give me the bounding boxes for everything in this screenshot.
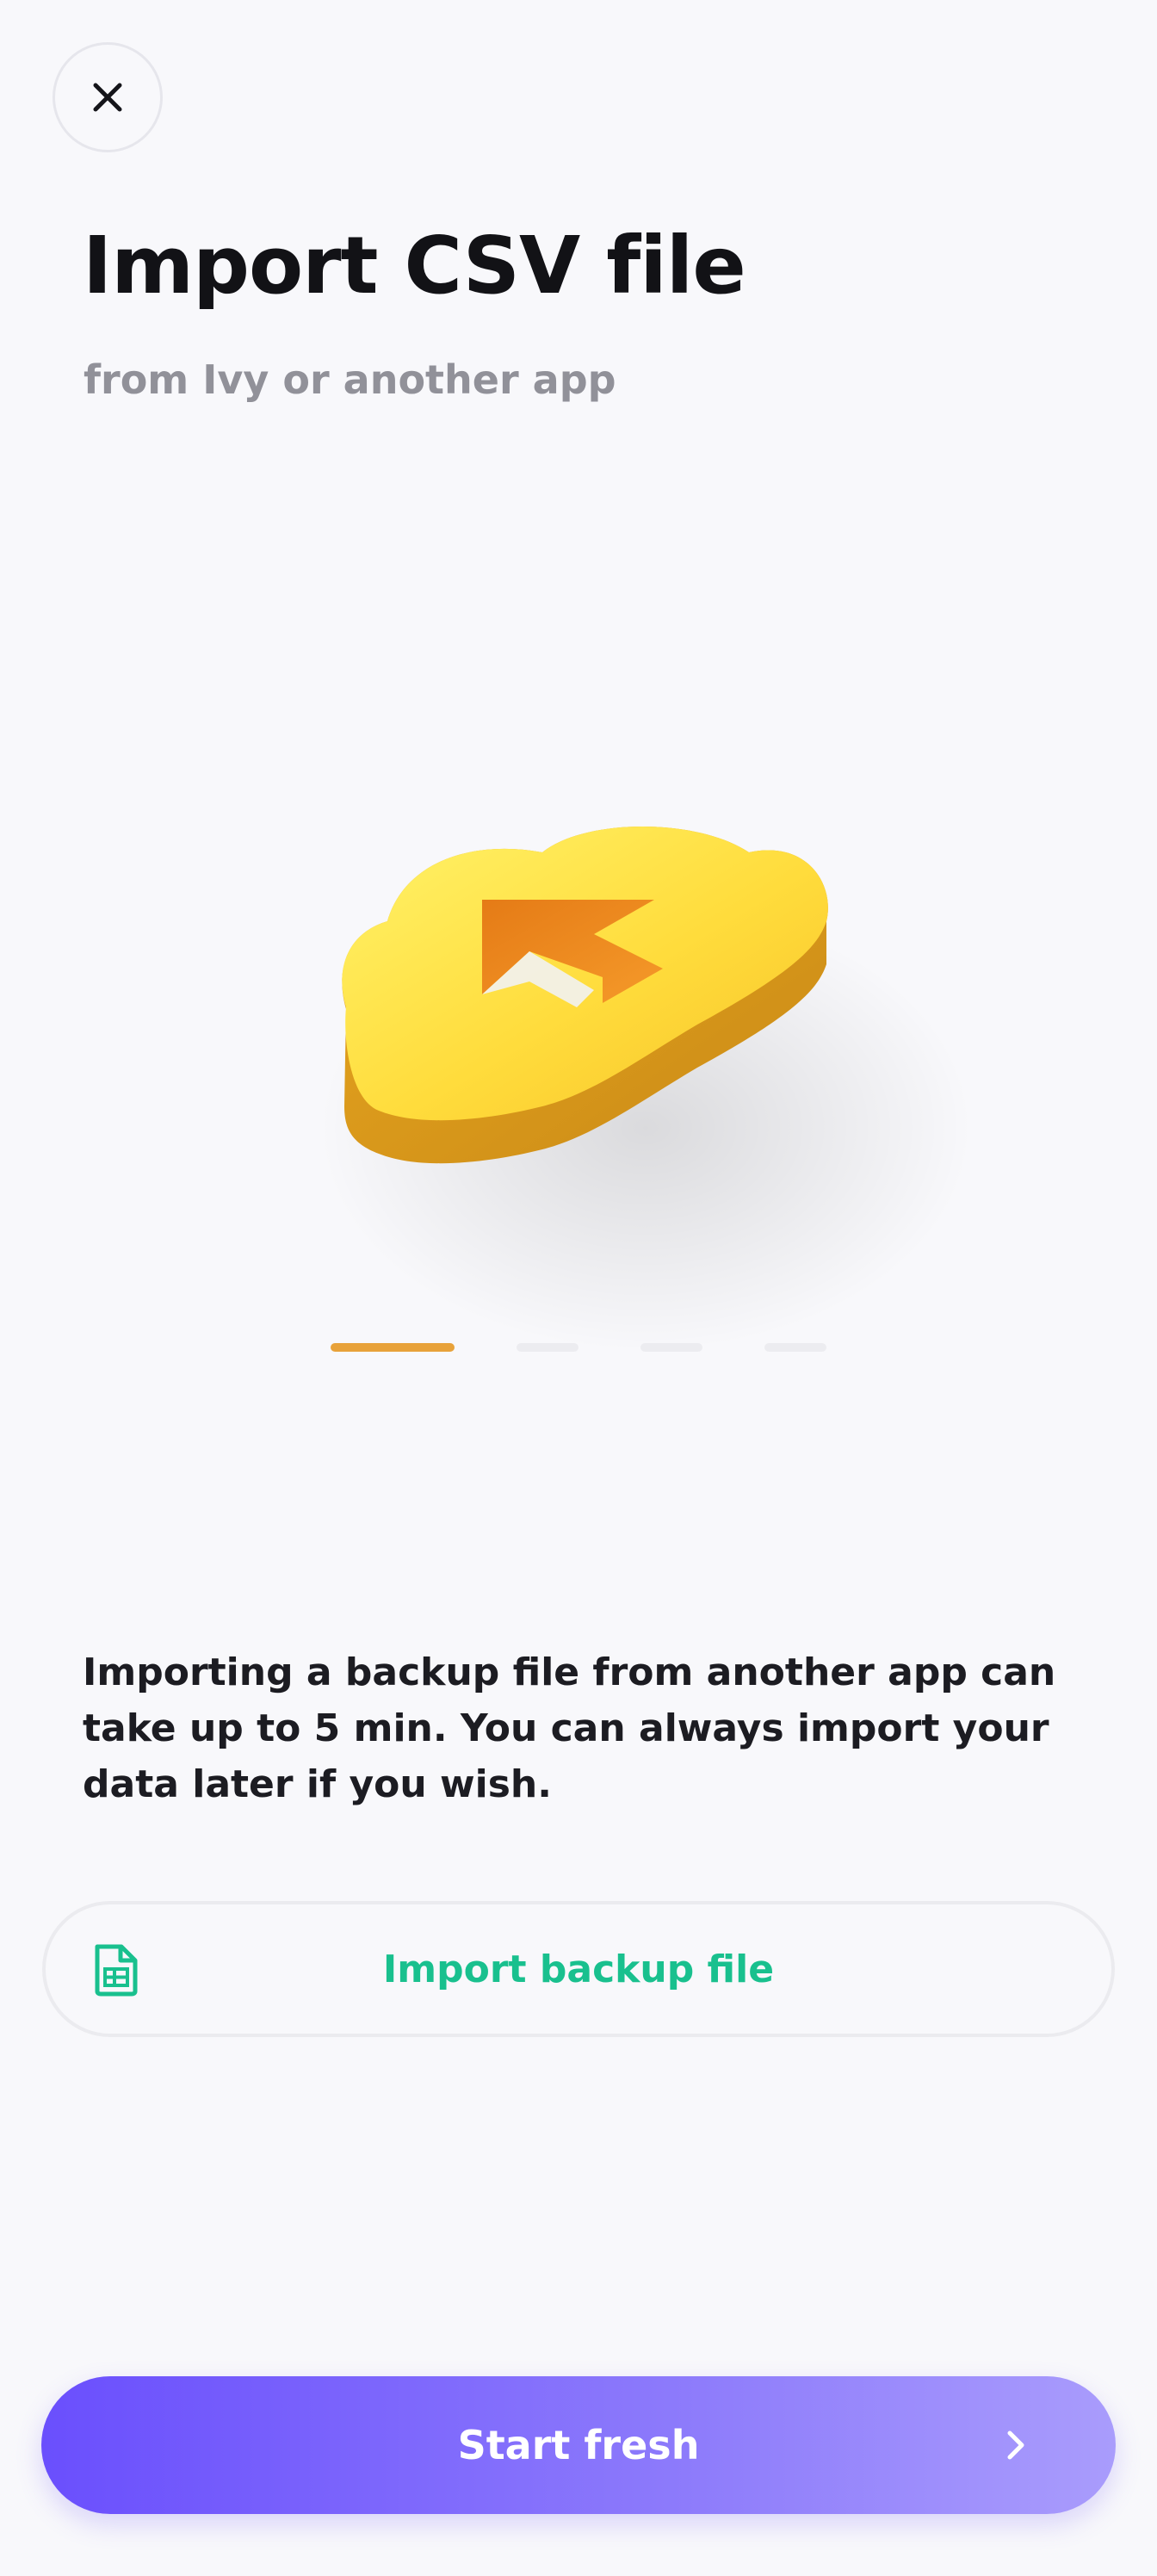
pager-dot-1	[331, 1343, 455, 1352]
close-button[interactable]	[53, 42, 163, 152]
pager-dot-2	[517, 1343, 578, 1352]
cloud-upload-icon	[319, 827, 973, 1352]
pager-dot-3	[640, 1343, 702, 1352]
page-subtitle: from Ivy or another app	[84, 356, 616, 403]
import-backup-label: Import backup file	[382, 1947, 775, 1991]
close-icon	[93, 83, 122, 112]
import-backup-button[interactable]: Import backup file	[42, 1901, 1115, 2037]
chevron-right-icon	[1007, 2430, 1024, 2460]
page-title: Import CSV file	[83, 220, 746, 312]
start-fresh-label: Start fresh	[457, 2422, 700, 2468]
start-fresh-button[interactable]: Start fresh	[41, 2376, 1116, 2514]
description-text: Importing a backup file from another app…	[83, 1650, 1056, 1806]
pager-dot-4	[764, 1343, 826, 1352]
